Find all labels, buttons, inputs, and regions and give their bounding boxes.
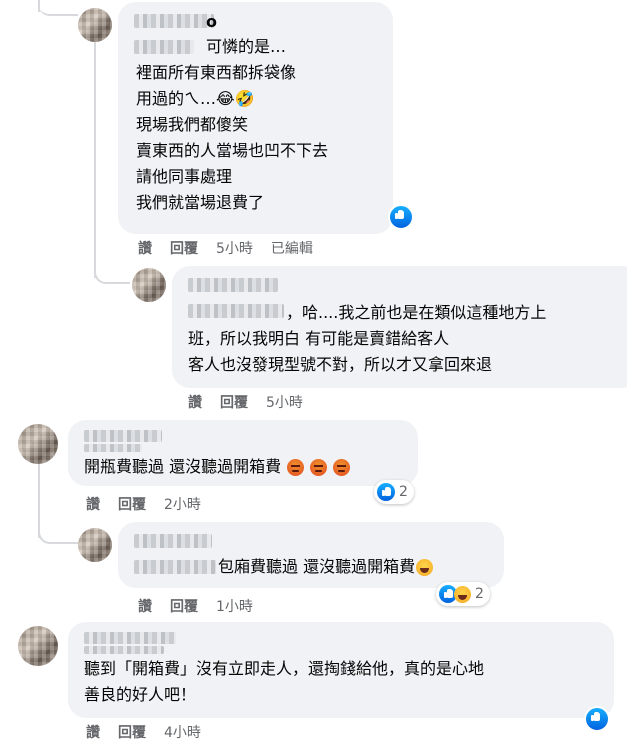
commenter-name-redacted[interactable]	[134, 14, 214, 28]
like-icon[interactable]	[584, 706, 610, 732]
like-button[interactable]: 讚	[138, 596, 152, 616]
angry-emoji	[333, 459, 351, 476]
commenter-subname-redacted[interactable]	[84, 646, 164, 654]
comment-text-body: 開瓶費聽過 還沒聽過開箱費	[84, 457, 282, 476]
reply-button[interactable]: 回覆	[220, 392, 248, 412]
comment-bubble: 開瓶費聽過 還沒聽過開箱費	[68, 420, 418, 486]
commenter-subname-redacted[interactable]	[84, 444, 142, 452]
reply-button[interactable]: 回覆	[170, 596, 198, 616]
like-button[interactable]: 讚	[188, 392, 202, 412]
edited-label: 已編輯	[270, 241, 313, 257]
comment-bubble: 包廂費聽過 還沒聽過開箱費	[118, 522, 504, 588]
comment-actions: 讚 回覆 2小時	[86, 494, 219, 514]
timestamp[interactable]: 4小時	[164, 722, 201, 742]
avatar[interactable]	[18, 626, 58, 666]
comment-text: ，哈....我之前也是在類似這種地方上 班，所以我明白 有可能是賣錯給客人 客人…	[188, 303, 547, 374]
timestamp[interactable]: 2小時	[164, 494, 201, 514]
angry-emoji	[287, 459, 305, 476]
timestamp[interactable]: 5小時	[266, 392, 303, 412]
commenter-name-redacted[interactable]	[84, 430, 162, 442]
like-button[interactable]: 讚	[86, 722, 100, 742]
comment-text: 開瓶費聽過 還沒聽過開箱費	[84, 454, 351, 480]
avatar[interactable]	[78, 8, 112, 42]
haha-emoji	[416, 559, 434, 576]
reply-button[interactable]: 回覆	[118, 494, 146, 514]
comment-actions: 讚 回覆 4小時	[86, 722, 219, 742]
reply-button[interactable]: 回覆	[118, 722, 146, 742]
timestamp[interactable]: 1小時	[216, 596, 253, 616]
comment-text-body: 包廂費聽過 還沒聽過開箱費	[218, 557, 416, 576]
reaction-count: 2	[399, 484, 408, 500]
comment-text: 可憐的是… 裡面所有東西都拆袋像 用過的ㄟ…😂🤣 現場我們都傻笑 賣東西的人當場…	[136, 37, 329, 212]
thread-elbow-1	[38, 0, 78, 16]
reply-button[interactable]: 回覆	[170, 238, 198, 258]
like-icon	[377, 483, 395, 501]
comment-bubble: ，哈....我之前也是在類似這種地方上 班，所以我明白 有可能是賣錯給客人 客人…	[172, 266, 627, 388]
commenter-name-redacted[interactable]	[134, 534, 212, 548]
comment-actions: 讚 回覆 1小時	[138, 596, 271, 616]
avatar[interactable]	[78, 528, 112, 562]
commenter-name-redacted[interactable]	[84, 632, 176, 644]
comment-text: 聽到「開箱費」沒有立即走人，還掏錢給他，真的是心地 善良的好人吧！	[84, 659, 485, 704]
thread-line-2	[94, 38, 96, 278]
comment-text: 包廂費聽過 還沒聽過開箱費	[218, 554, 434, 580]
mention-redacted[interactable]	[134, 560, 216, 574]
avatar[interactable]	[132, 268, 166, 302]
thread-elbow-2	[94, 260, 130, 284]
reaction-summary[interactable]: 2	[374, 480, 414, 504]
timestamp[interactable]: 5小時	[216, 238, 253, 258]
comment-actions: 讚 回覆 5小時	[188, 392, 321, 412]
comment-bubble: o 可憐的是… 裡面所有東西都拆袋像 用過的ㄟ…😂🤣 現場我們都傻笑 賣東西的人…	[118, 2, 393, 234]
thread-elbow-3	[38, 520, 80, 544]
like-icon[interactable]	[388, 204, 414, 230]
comment-bubble: 聽到「開箱費」沒有立即走人，還掏錢給他，真的是心地 善良的好人吧！	[68, 622, 614, 718]
avatar[interactable]	[18, 424, 58, 464]
like-button[interactable]: 讚	[86, 494, 100, 514]
reaction-count: 2	[475, 586, 484, 602]
laugh-emoji	[454, 585, 471, 603]
comment-actions: 讚 回覆 5小時 已編輯	[138, 238, 331, 258]
reaction-summary[interactable]: 2	[436, 582, 490, 606]
angry-emoji	[310, 459, 328, 476]
like-button[interactable]: 讚	[138, 238, 152, 258]
commenter-name-suffix: o	[206, 12, 217, 31]
commenter-name-redacted[interactable]	[188, 278, 278, 292]
